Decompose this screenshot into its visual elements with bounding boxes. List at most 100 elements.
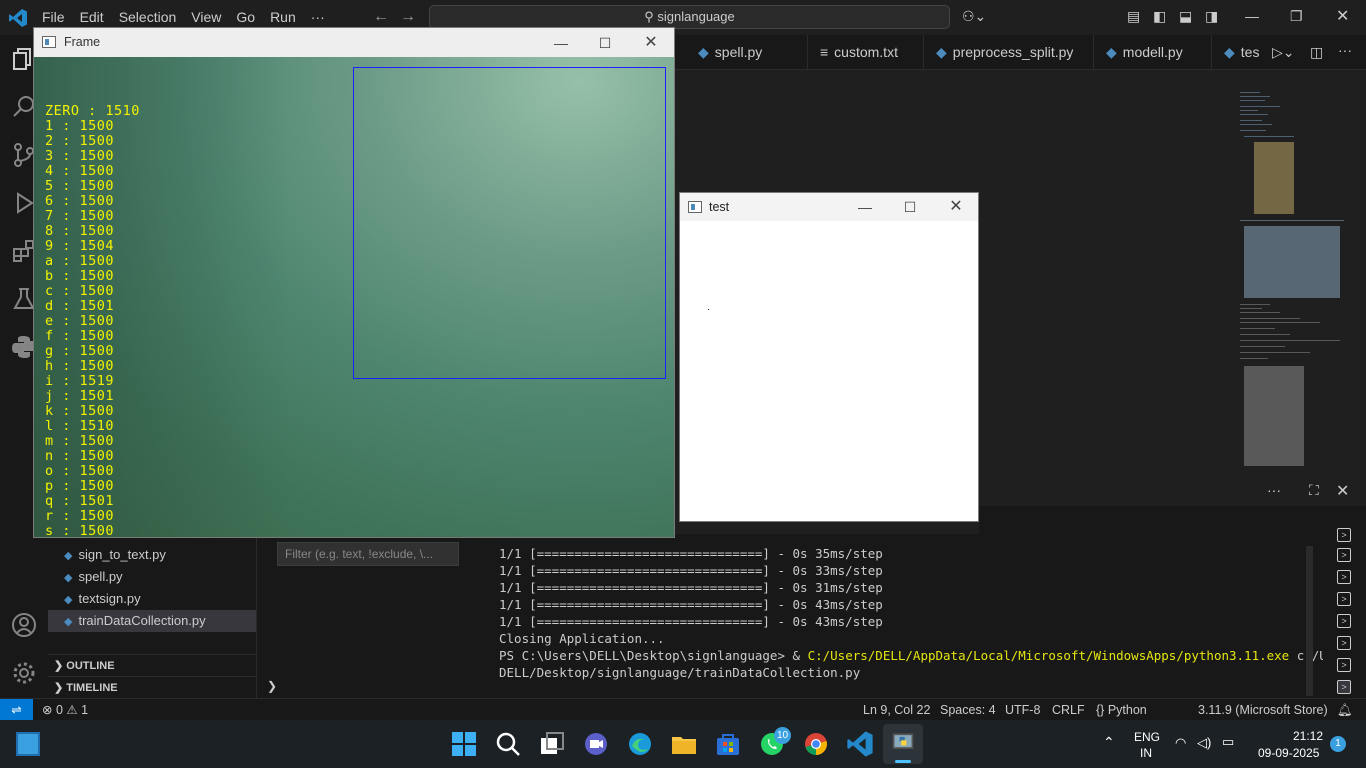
customize-layout-icon[interactable]: ▤: [1127, 8, 1140, 25]
vscode-taskbar-icon[interactable]: [846, 730, 874, 758]
maximize-icon[interactable]: ☐: [594, 32, 616, 54]
more-actions-icon[interactable]: ···: [1338, 42, 1352, 58]
terminal-icon[interactable]: >: [1337, 636, 1351, 650]
task-view-icon[interactable]: [538, 730, 566, 758]
run-file-icon[interactable]: ▷⌄: [1272, 44, 1295, 61]
tab-tes[interactable]: ◆ tes: [1212, 35, 1272, 70]
tab-spell[interactable]: ◆ spell.py: [686, 35, 808, 70]
tab-custom[interactable]: ≡ custom.txt: [808, 35, 924, 70]
back-arrow-icon[interactable]: ←: [373, 8, 389, 26]
frame-title-bar[interactable]: Frame — ☐ ✕: [34, 28, 674, 57]
chevron-up-icon[interactable]: ⌃: [1103, 734, 1115, 751]
terminal[interactable]: 1/1 [==============================] - 0…: [478, 534, 1366, 698]
outline-section[interactable]: ❯ OUTLINE: [48, 654, 256, 676]
python-file-icon: ◆: [936, 44, 947, 60]
account-icon[interactable]: [10, 611, 38, 639]
terminal-icon[interactable]: >: [1337, 592, 1351, 606]
bell-icon[interactable]: 🔔︎: [1337, 699, 1353, 721]
terminal-icon[interactable]: >: [1337, 658, 1351, 672]
chrome-icon[interactable]: [802, 730, 830, 758]
maximize-panel-icon[interactable]: ⛶: [1309, 482, 1319, 499]
minimize-icon[interactable]: —: [1245, 8, 1259, 24]
command-center-search[interactable]: ⚲ signlanguage: [429, 5, 950, 29]
cursor-position[interactable]: Ln 9, Col 22: [863, 699, 930, 721]
close-icon[interactable]: ✕: [1336, 6, 1349, 26]
chevron-right-icon[interactable]: ❯: [267, 679, 277, 693]
interpreter-status[interactable]: 3.11.9 (Microsoft Store): [1198, 699, 1328, 721]
teams-meet-icon[interactable]: [582, 730, 610, 758]
terminal-icon[interactable]: >: [1337, 548, 1351, 562]
indentation-status[interactable]: Spaces: 4: [940, 699, 996, 721]
close-panel-icon[interactable]: ✕: [1336, 481, 1349, 501]
search-icon: ⚲: [644, 9, 658, 24]
forward-arrow-icon[interactable]: →: [400, 8, 416, 26]
class-count-list: ZERO : 1510 1 : 1500 2 : 1500 3 : 1500 4 : 1…: [45, 104, 140, 538]
toggle-sidebar-icon[interactable]: ◧: [1153, 8, 1166, 25]
notification-badge[interactable]: 1: [1330, 736, 1346, 752]
close-icon[interactable]: ✕: [640, 32, 662, 54]
tab-modell[interactable]: ◆ modell.py: [1094, 35, 1212, 70]
file-label: sign_to_text.py: [78, 547, 166, 562]
file-explorer-icon[interactable]: [670, 730, 698, 758]
file-spell[interactable]: ◆ spell.py: [48, 566, 256, 588]
language-status[interactable]: {} Python: [1096, 699, 1147, 721]
problems-status[interactable]: ⊗ 0 ⚠ 1: [42, 699, 88, 721]
search-icon[interactable]: [494, 730, 522, 758]
terminal-line: 1/1 [==============================] - 0…: [499, 614, 883, 629]
wifi-icon[interactable]: ◠: [1175, 735, 1186, 751]
terminal-scrollbar[interactable]: [1306, 546, 1313, 696]
tab-preprocess-split[interactable]: ◆ preprocess_split.py: [924, 35, 1094, 70]
eol-status[interactable]: CRLF: [1052, 699, 1085, 721]
menu-file[interactable]: File: [42, 9, 73, 25]
more-icon[interactable]: ···: [1267, 482, 1281, 498]
maximize-icon[interactable]: ☐: [899, 196, 921, 218]
terminal-line: DELL/Desktop/signlanguage/trainDataColle…: [499, 665, 861, 680]
class-count-row: e : 1500: [45, 313, 115, 329]
toggle-secondary-sidebar-icon[interactable]: ◨: [1205, 8, 1218, 25]
class-count-row: 1 : 1500: [45, 118, 115, 134]
language-indicator-1[interactable]: ENG: [1134, 730, 1160, 744]
split-editor-icon[interactable]: ◫: [1310, 44, 1323, 61]
toggle-panel-icon[interactable]: ⬓: [1179, 8, 1192, 25]
minimize-icon[interactable]: —: [854, 196, 876, 218]
test-title-bar[interactable]: test — ☐ ✕: [680, 193, 978, 221]
terminal-icon[interactable]: >: [1337, 614, 1351, 628]
filter-input[interactable]: Filter (e.g. text, !exclude, \...: [277, 542, 459, 566]
start-icon[interactable]: [450, 730, 478, 758]
test-image-canvas: [680, 221, 978, 521]
store-icon[interactable]: [714, 730, 742, 758]
menu-run[interactable]: Run: [270, 9, 304, 25]
minimap[interactable]: [1238, 90, 1348, 470]
file-textsign[interactable]: ◆ textsign.py: [48, 588, 256, 610]
terminal-icon[interactable]: >: [1337, 570, 1351, 584]
clock-time[interactable]: 21:12: [1293, 729, 1323, 743]
restore-icon[interactable]: ❐: [1290, 8, 1303, 25]
copilot-icon[interactable]: ⚇⌄: [962, 8, 986, 25]
menu-go[interactable]: Go: [236, 9, 263, 25]
encoding-status[interactable]: UTF-8: [1005, 699, 1040, 721]
terminal-line: Closing Application...: [499, 631, 665, 646]
terminal-icon[interactable]: >: [1337, 528, 1351, 542]
timeline-section[interactable]: ❯ TIMELINE: [48, 676, 256, 698]
python-app-active[interactable]: [883, 724, 923, 764]
menu-edit[interactable]: Edit: [80, 9, 112, 25]
minimize-icon[interactable]: —: [550, 32, 572, 54]
clock-date[interactable]: 09-09-2025: [1258, 746, 1319, 760]
battery-icon[interactable]: ▭: [1222, 734, 1234, 750]
file-sign-to-text[interactable]: ◆ sign_to_text.py: [48, 544, 256, 566]
language-indicator-2[interactable]: IN: [1140, 746, 1152, 760]
close-icon[interactable]: ✕: [945, 196, 967, 218]
menu-selection[interactable]: Selection: [119, 9, 185, 25]
terminal-icon[interactable]: >: [1337, 680, 1351, 694]
class-count-row: 8 : 1500: [45, 223, 115, 239]
edge-icon[interactable]: [626, 730, 654, 758]
tab-label: spell.py: [714, 44, 763, 60]
settings-gear-icon[interactable]: [10, 659, 38, 687]
remote-icon[interactable]: ⇌: [0, 699, 33, 721]
search-label: signlanguage: [657, 9, 735, 24]
menu-more[interactable]: ···: [311, 9, 333, 25]
menu-view[interactable]: View: [191, 9, 229, 25]
file-train-data-collection[interactable]: ◆ trainDataCollection.py: [48, 610, 256, 632]
volume-icon[interactable]: ◁): [1197, 735, 1211, 751]
widgets-icon[interactable]: [16, 732, 40, 756]
